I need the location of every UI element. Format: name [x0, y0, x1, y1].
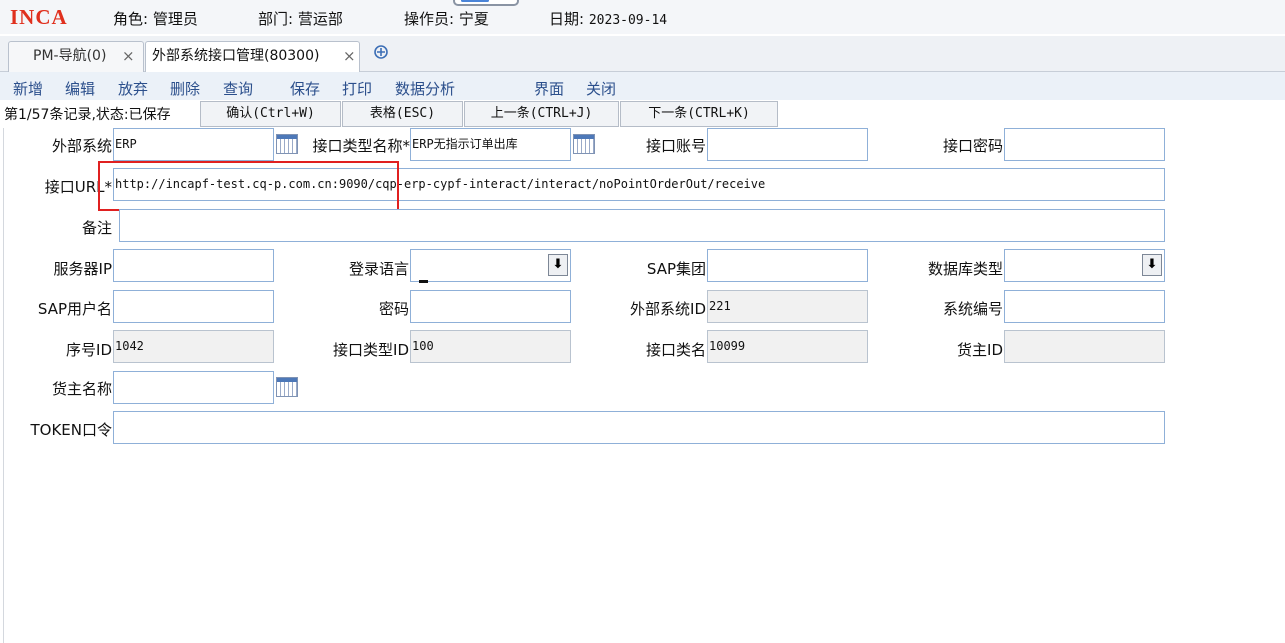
dept-value: 营运部: [297, 10, 343, 28]
if-type-name-label: 接口类型名称*: [312, 137, 410, 155]
calendar-picker-icon[interactable]: [276, 134, 298, 154]
ui-button[interactable]: 界面: [534, 78, 564, 99]
text-cursor: [419, 280, 428, 283]
ext-system-id-field: 221: [707, 290, 868, 323]
print-button[interactable]: 打印: [342, 78, 372, 99]
delete-button[interactable]: 删除: [170, 78, 200, 99]
if-password-label: 接口密码: [942, 137, 1003, 155]
owner-id-label: 货主ID: [957, 341, 1003, 359]
dropdown-arrow-icon[interactable]: ⬇: [548, 254, 568, 276]
seq-id-field: 1042: [113, 330, 274, 363]
if-account-field[interactable]: [707, 128, 868, 161]
remark-label: 备注: [81, 219, 112, 237]
server-ip-field[interactable]: [113, 249, 274, 282]
if-account-label: 接口账号: [645, 137, 706, 155]
edit-button[interactable]: 编辑: [65, 78, 95, 99]
calendar-picker-icon[interactable]: [573, 134, 595, 154]
ext-system-id-label: 外部系统ID: [630, 300, 706, 318]
sap-group-label: SAP集团: [646, 260, 706, 278]
tab-label: 外部系统接口管理(80300): [152, 48, 320, 64]
close-icon[interactable]: ×: [122, 42, 135, 71]
header-scroll-grip[interactable]: [453, 0, 519, 6]
date-info: 日期: 2023-09-14: [549, 10, 668, 28]
if-class-name-field: 10099: [707, 330, 868, 363]
inca-logo: INCA: [10, 5, 68, 29]
dropdown-arrow-icon[interactable]: ⬇: [1142, 254, 1162, 276]
save-button[interactable]: 保存: [290, 78, 320, 99]
token-label: TOKEN口令: [30, 421, 112, 439]
role-info: 角色: 管理员: [113, 10, 198, 28]
add-tab-icon[interactable]: [373, 44, 389, 65]
left-border: [3, 128, 4, 643]
system-code-field[interactable]: [1004, 290, 1165, 323]
tab-label: PM-导航(0): [33, 48, 107, 64]
close-icon[interactable]: ×: [343, 42, 356, 71]
owner-name-field[interactable]: [113, 371, 274, 404]
confirm-button[interactable]: 确认(Ctrl+W): [200, 101, 341, 127]
record-status: 第1/57条记录,状态:已保存: [4, 107, 171, 123]
close-button[interactable]: 关闭: [586, 78, 616, 99]
tab-pm-navigation[interactable]: PM-导航(0) ×: [8, 41, 144, 72]
ext-system-field[interactable]: ERP: [113, 128, 274, 161]
previous-record-button[interactable]: 上一条(CTRL+J): [464, 101, 619, 127]
if-class-name-label: 接口类名: [645, 341, 706, 359]
highlight-box: [98, 161, 399, 211]
password-field[interactable]: [410, 290, 571, 323]
system-code-label: 系统编号: [942, 300, 1003, 318]
owner-name-label: 货主名称: [51, 380, 112, 398]
owner-id-field: [1004, 330, 1165, 363]
operator-value: 宁夏: [458, 10, 489, 28]
ext-system-label: 外部系统: [51, 137, 112, 155]
if-type-name-field[interactable]: ERP无指示订单出库: [410, 128, 571, 161]
seq-id-label: 序号ID: [66, 341, 112, 359]
new-button[interactable]: 新增: [13, 78, 43, 99]
query-button[interactable]: 查询: [223, 78, 253, 99]
dept-info: 部门: 营运部: [258, 10, 343, 28]
date-value: 2023-09-14: [588, 13, 668, 28]
sap-user-field[interactable]: [113, 290, 274, 323]
token-field[interactable]: [113, 411, 1165, 444]
server-ip-label: 服务器IP: [53, 260, 112, 278]
if-type-id-field: 100: [410, 330, 571, 363]
role-value: 管理员: [152, 10, 198, 28]
next-record-button[interactable]: 下一条(CTRL+K): [620, 101, 778, 127]
operator-info: 操作员: 宁夏: [404, 10, 489, 28]
password-label: 密码: [378, 300, 409, 318]
if-type-id-label: 接口类型ID: [333, 341, 409, 359]
table-view-button[interactable]: 表格(ESC): [342, 101, 463, 127]
sap-group-field[interactable]: [707, 249, 868, 282]
login-lang-select[interactable]: [410, 249, 571, 282]
sap-user-label: SAP用户名: [37, 300, 112, 318]
if-password-field[interactable]: [1004, 128, 1165, 161]
login-lang-label: 登录语言: [348, 260, 409, 278]
tab-external-interface-management[interactable]: 外部系统接口管理(80300) ×: [145, 41, 360, 72]
db-type-label: 数据库类型: [927, 260, 1003, 278]
db-type-select[interactable]: [1004, 249, 1165, 282]
data-analysis-button[interactable]: 数据分析: [395, 78, 455, 99]
calendar-picker-icon[interactable]: [276, 377, 298, 397]
remark-field[interactable]: [119, 209, 1165, 242]
discard-button[interactable]: 放弃: [118, 78, 148, 99]
